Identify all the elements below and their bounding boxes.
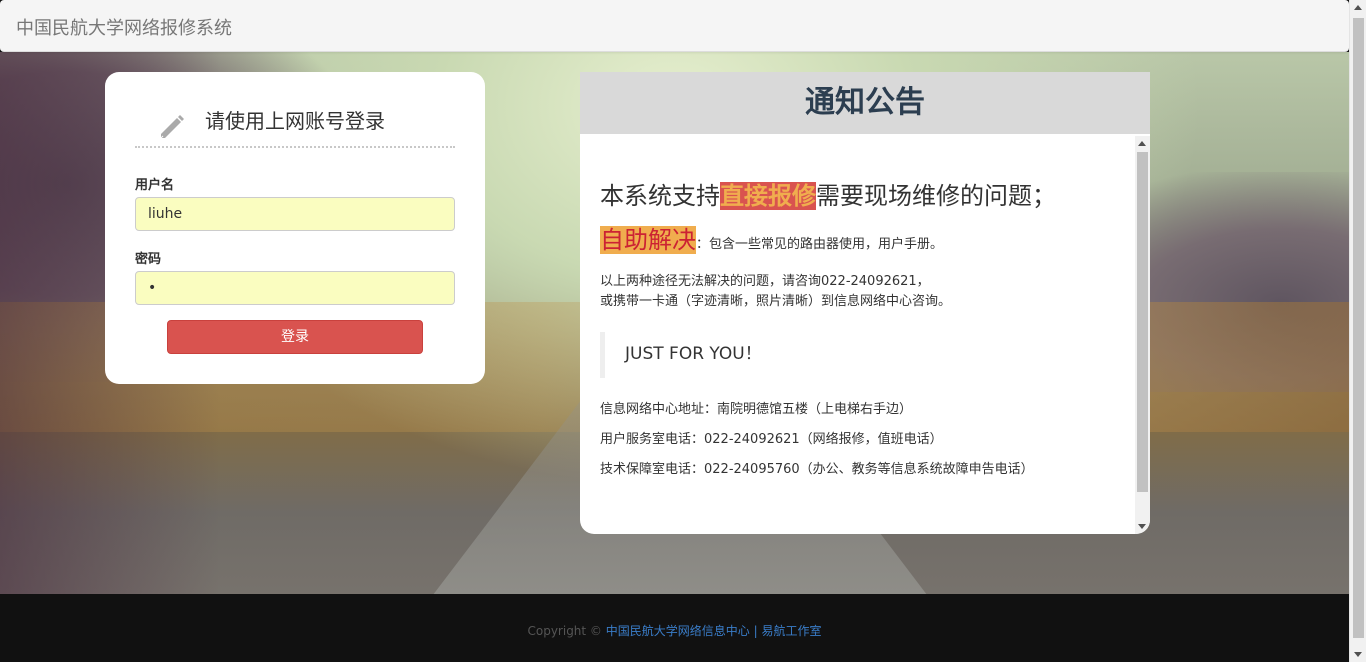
login-header: 请使用上网账号登录 — [135, 100, 455, 148]
login-card: 请使用上网账号登录 用户名 liuhe 密码 • 登录 — [105, 72, 485, 384]
direct-repair-highlight: 直接报修 — [720, 182, 816, 210]
pencil-icon — [160, 115, 184, 139]
line2-suffix: ：包含一些常见的路由器使用，用户手册。 — [696, 237, 944, 252]
para-line-2: 或携带一卡通（字迹清晰，照片清晰）到信息网络中心咨询。 — [600, 294, 952, 309]
notice-address: 信息网络中心地址：南院明德馆五楼（上电梯右手边） — [600, 402, 913, 417]
username-input[interactable]: liuhe — [135, 197, 455, 231]
notice-quote: JUST FOR YOU！ — [600, 332, 1120, 378]
notice-body: 本系统支持直接报修需要现场维修的问题； 自助解决：包含一些常见的路由器使用，用户… — [600, 134, 1130, 534]
notice-panel: 通知公告 本系统支持直接报修需要现场维修的问题； 自助解决：包含一些常见的路由器… — [580, 72, 1150, 534]
footer-separator: | — [753, 624, 758, 638]
self-help-highlight: 自助解决 — [600, 226, 696, 254]
page-scroll-up-icon[interactable] — [1354, 5, 1362, 10]
scroll-down-icon[interactable] — [1138, 524, 1146, 529]
login-title: 请使用上网账号登录 — [205, 109, 385, 133]
notice-scroll-thumb[interactable] — [1137, 152, 1148, 492]
login-button[interactable]: 登录 — [167, 320, 423, 354]
page-scroll-thumb[interactable] — [1353, 18, 1364, 638]
footer-link-network-center[interactable]: 中国民航大学网络信息中心 — [606, 624, 750, 638]
notice-title: 通知公告 — [805, 85, 925, 120]
footer-copyright: Copyright © — [527, 624, 602, 638]
footer-link-studio[interactable]: 易航工作室 — [761, 624, 821, 638]
scroll-up-icon[interactable] — [1138, 141, 1146, 146]
line1-suffix: 需要现场维修的问题； — [816, 182, 1056, 210]
notice-scrollbar[interactable] — [1135, 136, 1150, 534]
navbar-brand[interactable]: 中国民航大学网络报修系统 — [16, 14, 232, 40]
notice-header: 通知公告 — [580, 72, 1150, 134]
username-label: 用户名 — [135, 178, 175, 193]
notice-line-self-help: 自助解决：包含一些常见的路由器使用，用户手册。 — [600, 220, 943, 255]
password-label: 密码 — [135, 252, 162, 267]
page-scrollbar[interactable] — [1349, 0, 1366, 662]
notice-support-phone: 技术保障室电话：022-24095760（办公、教务等信息系统故障申告电话） — [600, 462, 1034, 477]
notice-service-phone: 用户服务室电话：022-24092621（网络报修，值班电话） — [600, 432, 943, 447]
notice-contact-paragraph: 以上两种途径无法解决的问题，请咨询022-24092621， 或携带一卡通（字迹… — [600, 272, 951, 312]
notice-line-direct-repair: 本系统支持直接报修需要现场维修的问题； — [600, 176, 1056, 211]
page-scroll-down-icon[interactable] — [1354, 652, 1362, 657]
para-line-1: 以上两种途径无法解决的问题，请咨询022-24092621， — [600, 274, 930, 289]
footer: Copyright © 中国民航大学网络信息中心 | 易航工作室 — [0, 594, 1349, 662]
line1-prefix: 本系统支持 — [600, 182, 720, 210]
navbar: 中国民航大学网络报修系统 — [0, 0, 1349, 52]
password-input[interactable]: • — [135, 271, 455, 305]
